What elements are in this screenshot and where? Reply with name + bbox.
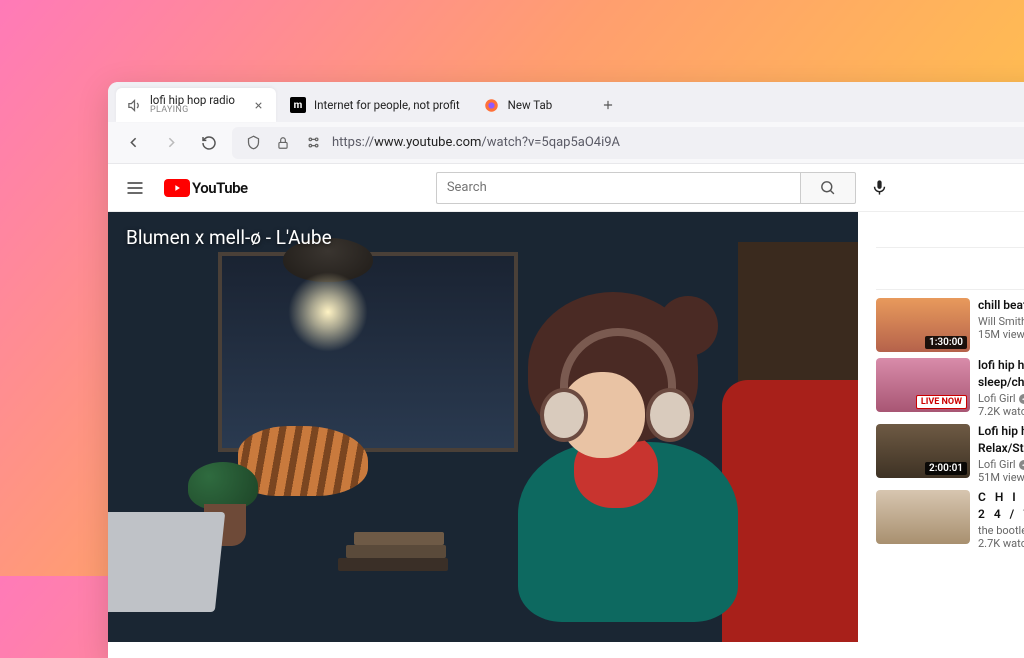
url-bar[interactable]: https://www.youtube.com/watch?v=5qap5aO4… [232, 127, 1024, 159]
youtube-play-icon [164, 179, 190, 197]
video-overlay-title: Blumen x mell-ø - L'Aube [126, 226, 332, 249]
tab-title: New Tab [508, 98, 553, 112]
permissions-icon[interactable] [302, 132, 324, 154]
youtube-logo[interactable]: YouTube [164, 179, 248, 197]
tab-strip: lofi hip hop radio PLAYING m Internet fo… [108, 82, 1024, 122]
recommendation-title: C H I L L [978, 490, 1024, 505]
recommendation-title-line2: Relax/Study [978, 441, 1024, 456]
voice-search-icon[interactable] [864, 172, 896, 204]
back-button[interactable] [118, 128, 148, 158]
hamburger-menu-icon[interactable] [124, 177, 146, 199]
reload-button[interactable] [194, 128, 224, 158]
recommendation-item[interactable]: LIVE NOW lofi hip hop sleep/chill t Lofi… [876, 358, 1024, 418]
recommendation-channel: the bootleg b [978, 524, 1024, 537]
verified-icon [1019, 394, 1024, 404]
video-player[interactable]: Blumen x mell-ø - L'Aube [108, 212, 858, 642]
show-chat-button[interactable]: SHOW CHAT [876, 212, 1024, 248]
youtube-logo-text: YouTube [192, 179, 248, 197]
forward-button[interactable] [156, 128, 186, 158]
recommendation-item[interactable]: 1:30:00 chill beats t Will Smith 15M vie… [876, 298, 1024, 352]
shield-icon[interactable] [242, 132, 264, 154]
recommendation-thumbnail [876, 490, 970, 544]
recommendation-thumbnail: 1:30:00 [876, 298, 970, 352]
youtube-search [436, 172, 856, 204]
duration-badge: 1:30:00 [925, 336, 967, 349]
youtube-body: Blumen x mell-ø - L'Aube SHOW CHAT 1:30:… [108, 212, 1024, 658]
recommendation-list: 1:30:00 chill beats t Will Smith 15M vie… [876, 298, 1024, 550]
recommendations-sidebar: SHOW CHAT 1:30:00 chill beats t Will Smi… [858, 212, 1024, 658]
page-content: YouTube [108, 164, 1024, 658]
recommendation-title-line2: 2 4 / 7 [978, 507, 1024, 522]
recommendation-meta: 51M views • [978, 471, 1024, 484]
recommendation-title: chill beats t [978, 298, 1024, 313]
browser-window: lofi hip hop radio PLAYING m Internet fo… [108, 82, 1024, 658]
nav-toolbar: https://www.youtube.com/watch?v=5qap5aO4… [108, 122, 1024, 164]
recommendation-item[interactable]: C H I L L 2 4 / 7 the bootleg b 2.7K wat… [876, 490, 1024, 550]
recommendation-title-line2: sleep/chill t [978, 375, 1024, 390]
recommendation-title: Lofi hip hop [978, 424, 1024, 439]
tab-new[interactable]: New Tab [474, 88, 584, 122]
recommendation-thumbnail: LIVE NOW [876, 358, 970, 412]
youtube-header: YouTube [108, 164, 1024, 212]
recommendation-title: lofi hip hop [978, 358, 1024, 373]
live-badge: LIVE NOW [916, 395, 967, 409]
chat-placeholder [876, 248, 1024, 290]
tab-subtitle: PLAYING [150, 106, 242, 116]
audio-playing-icon [126, 97, 142, 113]
new-tab-button[interactable] [594, 91, 622, 119]
tab-title: Internet for people, not profit [314, 98, 460, 112]
recommendation-channel: Will Smith [978, 315, 1024, 328]
search-button[interactable] [800, 172, 856, 204]
recommendation-meta: 7.2K watchin [978, 405, 1024, 418]
recommendation-item[interactable]: 2:00:01 Lofi hip hop Relax/Study Lofi Gi… [876, 424, 1024, 484]
verified-icon [1019, 460, 1024, 470]
tab-close-button[interactable] [250, 97, 266, 113]
lock-icon[interactable] [272, 132, 294, 154]
tab-mozilla[interactable]: m Internet for people, not profit [280, 88, 470, 122]
recommendation-meta: 2.7K watchin [978, 537, 1024, 550]
video-artwork [108, 212, 858, 642]
recommendation-channel: Lofi Girl [978, 392, 1024, 405]
search-input[interactable] [436, 172, 800, 204]
duration-badge: 2:00:01 [925, 462, 967, 475]
recommendation-thumbnail: 2:00:01 [876, 424, 970, 478]
mozilla-favicon-icon: m [290, 97, 306, 113]
recommendation-meta: 15M views • [978, 328, 1024, 341]
firefox-favicon-icon [484, 97, 500, 113]
tab-lofi-radio[interactable]: lofi hip hop radio PLAYING [116, 88, 276, 122]
recommendation-channel: Lofi Girl [978, 458, 1024, 471]
url-text: https://www.youtube.com/watch?v=5qap5aO4… [332, 135, 1024, 150]
